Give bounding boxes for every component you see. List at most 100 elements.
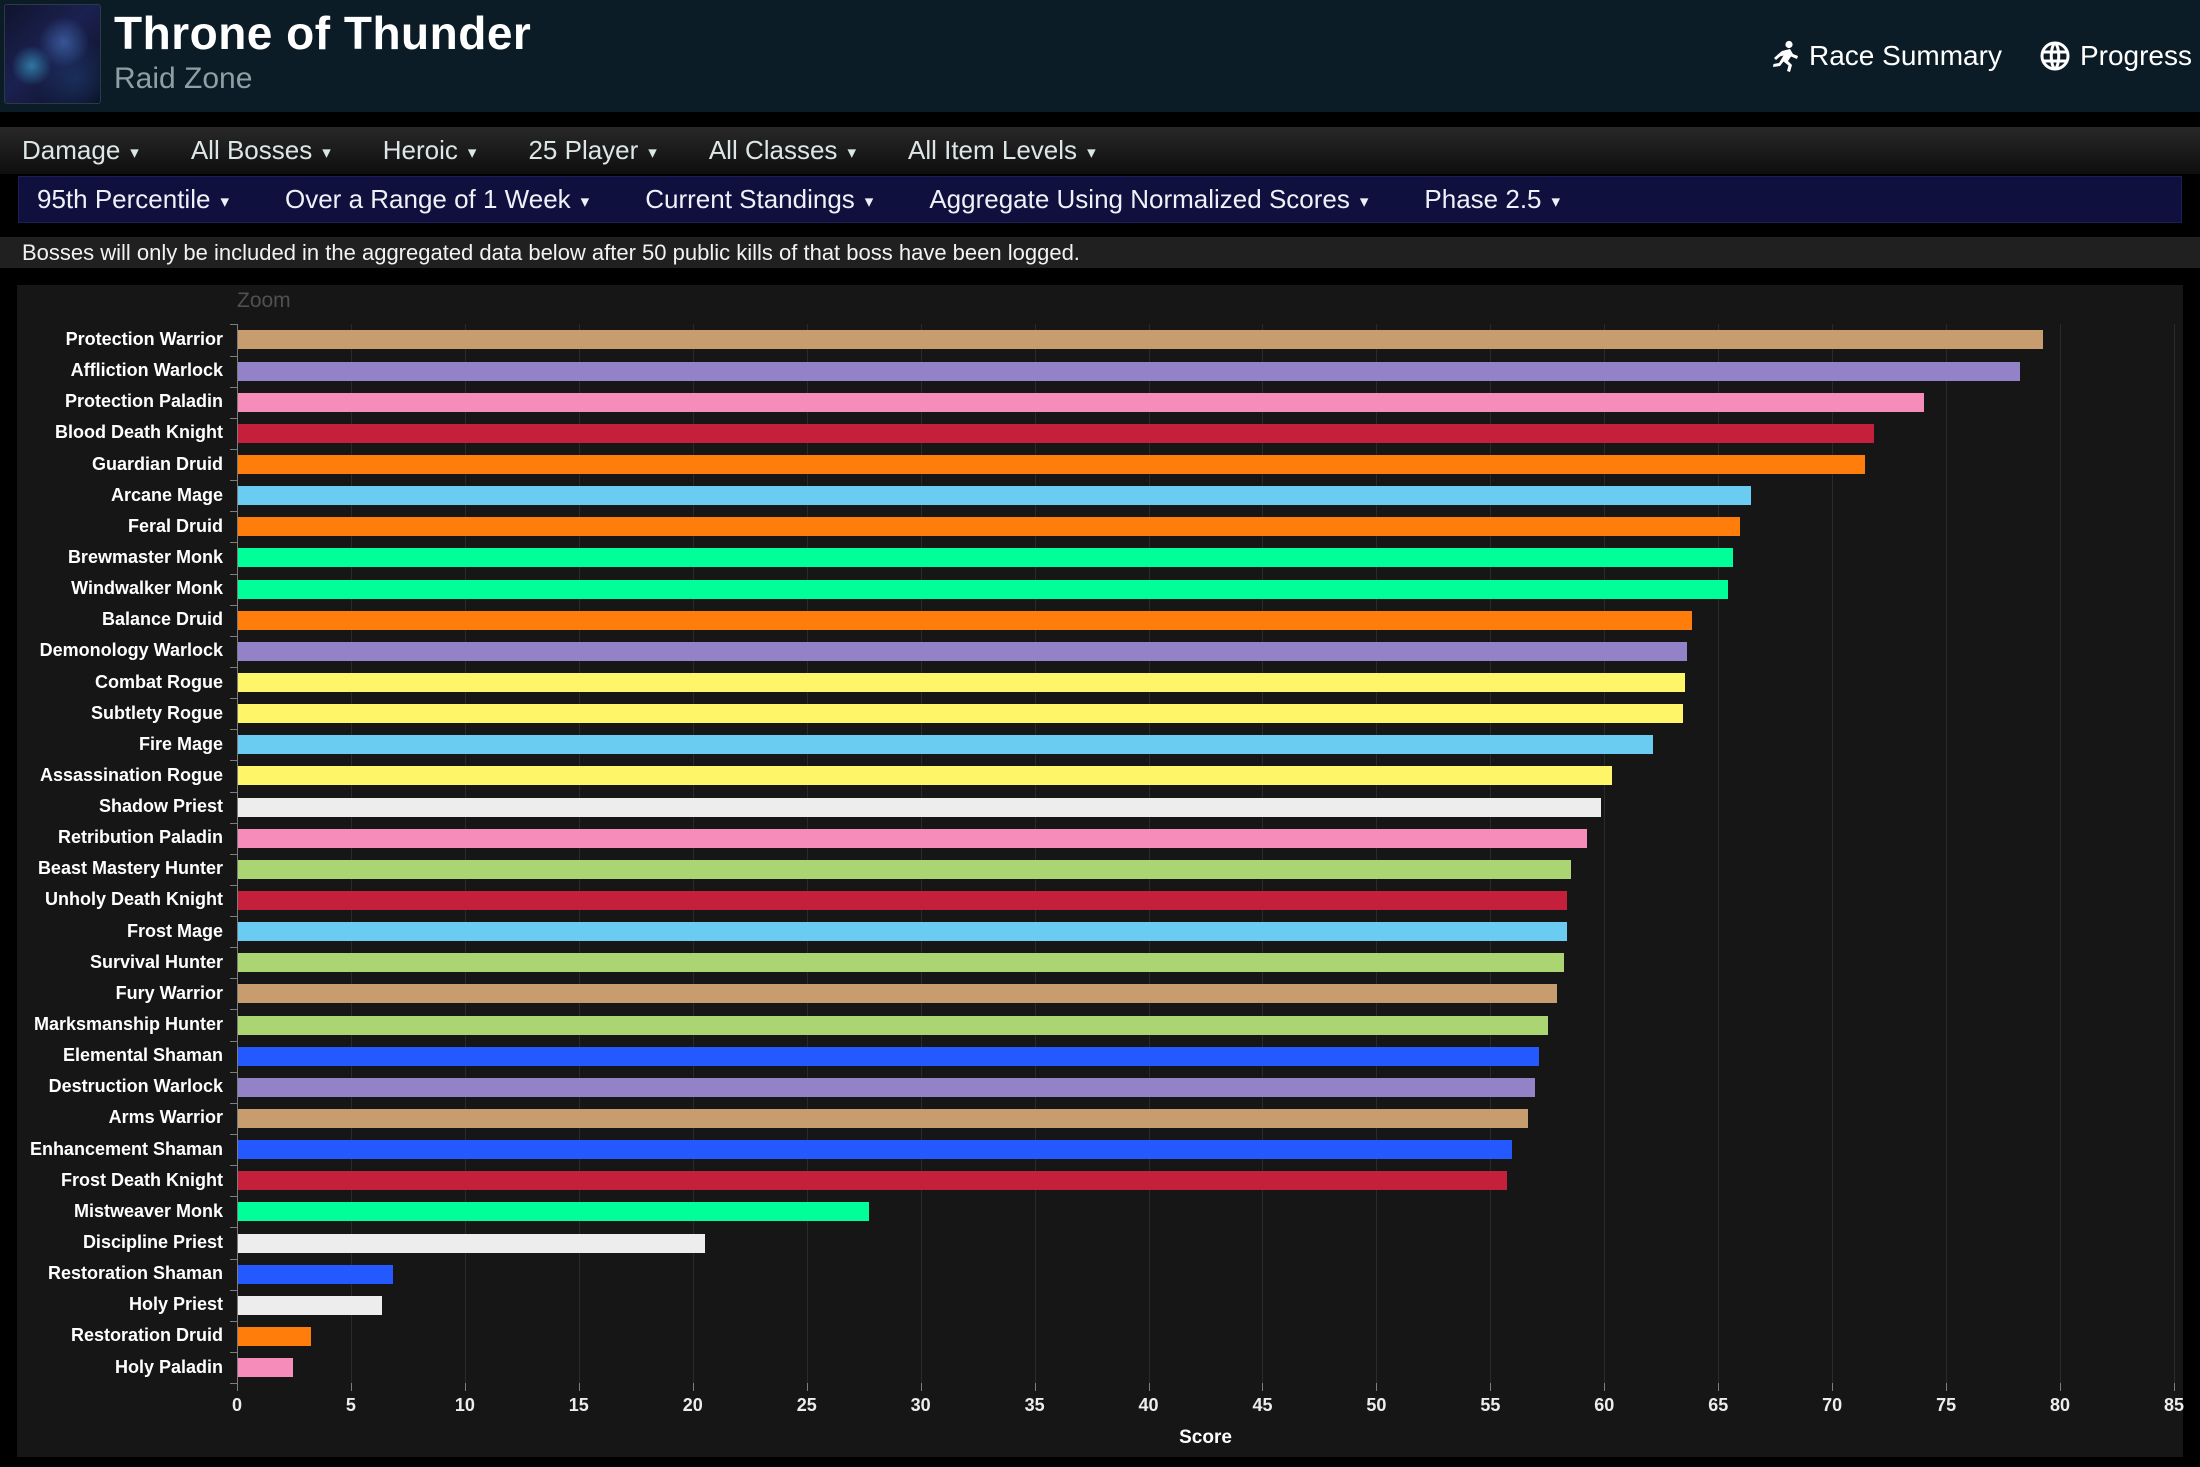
- primary-filter-label: All Bosses: [191, 135, 312, 166]
- bar-survival-hunter[interactable]: [238, 953, 1564, 972]
- filter-phase-2-5[interactable]: Phase 2.5▾: [1424, 184, 1560, 215]
- bar-mistweaver-monk[interactable]: [238, 1202, 869, 1221]
- bar-frost-death-knight[interactable]: [238, 1171, 1507, 1190]
- bar-elemental-shaman[interactable]: [238, 1047, 1539, 1066]
- category-label-destruction-warlock: Destruction Warlock: [17, 1076, 223, 1097]
- category-label-protection-warrior: Protection Warrior: [17, 329, 223, 350]
- bar-assassination-rogue[interactable]: [238, 766, 1612, 785]
- y-axis-tick: [230, 1103, 238, 1104]
- bar-arms-warrior[interactable]: [238, 1109, 1528, 1128]
- bar-shadow-priest[interactable]: [238, 798, 1601, 817]
- bar-demonology-warlock[interactable]: [238, 642, 1687, 661]
- y-axis-tick: [230, 1227, 238, 1228]
- y-axis-tick: [230, 1072, 238, 1073]
- bar-holy-paladin[interactable]: [238, 1358, 293, 1377]
- zoom-label: Zoom: [237, 289, 291, 313]
- bar-windwalker-monk[interactable]: [238, 580, 1728, 599]
- bar-brewmaster-monk[interactable]: [238, 548, 1733, 567]
- x-axis-tick: [579, 1383, 580, 1391]
- x-axis-tick-label: 45: [1227, 1395, 1297, 1416]
- bar-guardian-druid[interactable]: [238, 455, 1865, 474]
- chevron-down-icon: ▾: [220, 192, 229, 212]
- bar-restoration-druid[interactable]: [238, 1327, 311, 1346]
- primary-filter-label: All Classes: [709, 135, 838, 166]
- x-axis-tick: [1832, 1383, 1833, 1391]
- bar-destruction-warlock[interactable]: [238, 1078, 1535, 1097]
- filter-all-classes[interactable]: All Classes▾: [709, 135, 856, 166]
- grid-line: [1604, 324, 1605, 1383]
- bar-enhancement-shaman[interactable]: [238, 1140, 1512, 1159]
- category-label-restoration-druid: Restoration Druid: [17, 1325, 223, 1346]
- category-label-affliction-warlock: Affliction Warlock: [17, 360, 223, 381]
- x-axis-tick: [807, 1383, 808, 1391]
- category-label-enhancement-shaman: Enhancement Shaman: [17, 1139, 223, 1160]
- filter-heroic[interactable]: Heroic▾: [383, 135, 477, 166]
- filter-95th-percentile[interactable]: 95th Percentile▾: [37, 184, 229, 215]
- bar-frost-mage[interactable]: [238, 922, 1567, 941]
- category-label-arms-warrior: Arms Warrior: [17, 1107, 223, 1128]
- filter-all-bosses[interactable]: All Bosses▾: [191, 135, 331, 166]
- bar-balance-druid[interactable]: [238, 611, 1692, 630]
- bar-blood-death-knight[interactable]: [238, 424, 1874, 443]
- bar-protection-paladin[interactable]: [238, 393, 1924, 412]
- filter-damage[interactable]: Damage▾: [22, 135, 139, 166]
- bar-holy-priest[interactable]: [238, 1296, 382, 1315]
- filter-25-player[interactable]: 25 Player▾: [528, 135, 656, 166]
- x-axis-tick-label: 15: [544, 1395, 614, 1416]
- bar-protection-warrior[interactable]: [238, 330, 2043, 349]
- category-label-discipline-priest: Discipline Priest: [17, 1232, 223, 1253]
- bar-retribution-paladin[interactable]: [238, 829, 1587, 848]
- race-summary-link[interactable]: Race Summary: [1773, 40, 2002, 72]
- grid-line: [1149, 324, 1150, 1383]
- category-label-demonology-warlock: Demonology Warlock: [17, 640, 223, 661]
- bar-beast-mastery-hunter[interactable]: [238, 860, 1571, 879]
- header-links: Race Summary Progress: [1773, 0, 2192, 112]
- filter-over-a-range-of-1-week[interactable]: Over a Range of 1 Week▾: [285, 184, 589, 215]
- x-axis-tick: [237, 1383, 238, 1391]
- bar-subtlety-rogue[interactable]: [238, 704, 1683, 723]
- bar-feral-druid[interactable]: [238, 517, 1740, 536]
- bar-restoration-shaman[interactable]: [238, 1265, 393, 1284]
- grid-line: [693, 324, 694, 1383]
- y-axis-tick: [230, 1321, 238, 1322]
- bar-affliction-warlock[interactable]: [238, 362, 2020, 381]
- y-axis-tick: [230, 387, 238, 388]
- grid-line: [807, 324, 808, 1383]
- x-axis-tick-label: 75: [1911, 1395, 1981, 1416]
- bar-fire-mage[interactable]: [238, 735, 1653, 754]
- progress-link[interactable]: Progress: [2040, 40, 2192, 72]
- grid-line: [1490, 324, 1491, 1383]
- x-axis-tick-label: 0: [202, 1395, 272, 1416]
- y-axis-tick: [230, 854, 238, 855]
- bar-arcane-mage[interactable]: [238, 486, 1751, 505]
- y-axis-tick: [230, 823, 238, 824]
- bar-combat-rogue[interactable]: [238, 673, 1685, 692]
- bar-unholy-death-knight[interactable]: [238, 891, 1567, 910]
- grid-line: [465, 324, 466, 1383]
- grid-line: [1262, 324, 1263, 1383]
- filter-all-item-levels[interactable]: All Item Levels▾: [908, 135, 1096, 166]
- filter-current-standings[interactable]: Current Standings▾: [645, 184, 873, 215]
- progress-label: Progress: [2080, 40, 2192, 72]
- y-axis-tick: [230, 1134, 238, 1135]
- category-label-holy-paladin: Holy Paladin: [17, 1357, 223, 1378]
- x-axis-tick-label: 50: [1341, 1395, 1411, 1416]
- y-axis-tick: [230, 449, 238, 450]
- y-axis-tick: [230, 792, 238, 793]
- bar-marksmanship-hunter[interactable]: [238, 1016, 1548, 1035]
- category-label-marksmanship-hunter: Marksmanship Hunter: [17, 1014, 223, 1035]
- grid-line: [1718, 324, 1719, 1383]
- bar-discipline-priest[interactable]: [238, 1234, 705, 1253]
- grid-line: [1946, 324, 1947, 1383]
- bar-fury-warrior[interactable]: [238, 984, 1557, 1003]
- chevron-down-icon: ▾: [648, 143, 657, 163]
- y-axis-tick: [230, 418, 238, 419]
- x-axis-tick-label: 30: [886, 1395, 956, 1416]
- y-axis-tick: [230, 1259, 238, 1260]
- category-label-frost-mage: Frost Mage: [17, 921, 223, 942]
- y-axis-tick: [230, 698, 238, 699]
- filter-aggregate-using-normalized-scores[interactable]: Aggregate Using Normalized Scores▾: [929, 184, 1368, 215]
- boss-inclusion-notice: Bosses will only be included in the aggr…: [0, 237, 2200, 268]
- secondary-filter-bar: 95th Percentile▾ Over a Range of 1 Week▾ C…: [18, 176, 2182, 223]
- secondary-filter-label: Phase 2.5: [1424, 184, 1541, 215]
